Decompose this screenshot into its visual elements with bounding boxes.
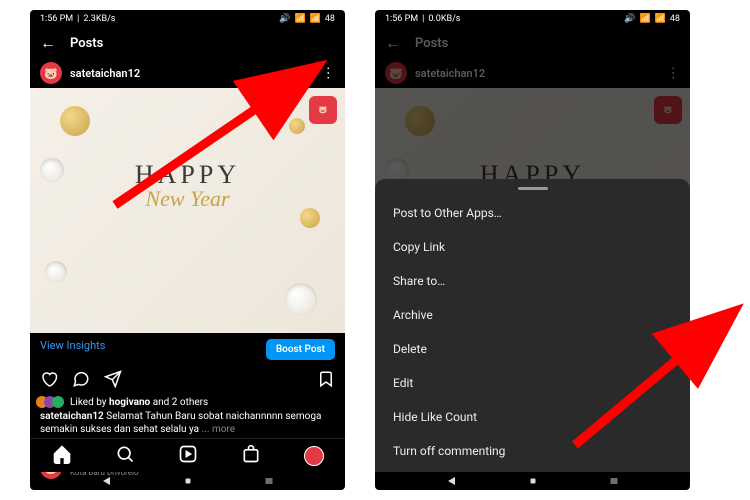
battery: 48	[670, 14, 680, 24]
view-insights-link[interactable]: View Insights	[40, 339, 105, 360]
more-link[interactable]: ... more	[202, 424, 235, 435]
voice-icon: 🔊	[279, 14, 290, 24]
post-actions	[30, 366, 345, 396]
android-nav	[375, 472, 690, 490]
status-rate: 2.3KB/s	[83, 14, 115, 24]
more-icon[interactable]: ⋯	[665, 66, 681, 80]
page-header: ← Posts	[375, 28, 690, 58]
avatar[interactable]: 🐷	[385, 62, 407, 84]
wifi-icon: 📶	[639, 14, 650, 24]
signal-icon: 📶	[655, 14, 666, 24]
like-icon[interactable]	[40, 370, 58, 392]
boost-post-button[interactable]: Boost Post	[266, 339, 335, 360]
signal-icon: 📶	[310, 14, 321, 24]
caption: satetaichan12 Selamat Tahun Baru sobat n…	[30, 408, 345, 438]
avatar[interactable]: 🐷	[40, 62, 62, 84]
likes-row[interactable]: Liked by hogivano and 2 others	[30, 396, 345, 408]
status-time: 1:56 PM	[40, 14, 73, 24]
bookmark-icon[interactable]	[317, 370, 335, 392]
home-icon[interactable]	[52, 444, 72, 468]
voice-icon: 🔊	[624, 14, 635, 24]
sheet-edit[interactable]: Edit	[375, 366, 690, 400]
post-image[interactable]: HAPPY New Year 🐷	[30, 88, 345, 333]
sheet-handle[interactable]	[518, 187, 548, 190]
bottom-nav	[30, 438, 345, 472]
post-username[interactable]: satetaichan12	[70, 67, 313, 80]
more-icon[interactable]: ⋯	[320, 66, 336, 80]
home-key[interactable]	[527, 475, 539, 487]
search-icon[interactable]	[115, 444, 135, 468]
android-nav	[30, 472, 345, 490]
sheet-delete[interactable]: Delete	[375, 332, 690, 366]
share-icon[interactable]	[104, 370, 122, 392]
post-username[interactable]: satetaichan12	[415, 67, 658, 80]
status-rate: 0.0KB/s	[428, 14, 460, 24]
comment-icon[interactable]	[72, 370, 90, 392]
back-icon[interactable]: ←	[385, 33, 401, 53]
sheet-turn-off-comments[interactable]: Turn off commenting	[375, 434, 690, 468]
battery: 48	[325, 14, 335, 24]
recent-key[interactable]	[608, 475, 620, 487]
post-header: 🐷 satetaichan12 ⋯	[375, 58, 690, 88]
back-key[interactable]	[100, 475, 112, 487]
page-header: ← Posts	[30, 28, 345, 58]
sheet-archive[interactable]: Archive	[375, 298, 690, 332]
sheet-copy-link[interactable]: Copy Link	[375, 230, 690, 264]
post-header: 🐷 satetaichan12 ⋯	[30, 58, 345, 88]
sheet-hide-likes[interactable]: Hide Like Count	[375, 400, 690, 434]
phone-left: 1:56 PM| 2.3KB/s 🔊 📶 📶 48 ← Posts 🐷 sate…	[30, 10, 345, 490]
action-sheet: Post to Other Apps… Copy Link Share to… …	[375, 179, 690, 472]
back-icon[interactable]: ←	[40, 33, 56, 53]
home-key[interactable]	[182, 475, 194, 487]
phone-right: 1:56 PM| 0.0KB/s 🔊 📶 📶 48 ← Posts 🐷 sate…	[375, 10, 690, 490]
status-bar: 1:56 PM| 0.0KB/s 🔊 📶 📶 48	[375, 10, 690, 28]
recent-key[interactable]	[263, 475, 275, 487]
sheet-post-other-apps[interactable]: Post to Other Apps…	[375, 196, 690, 230]
status-time: 1:56 PM	[385, 14, 418, 24]
page-title: Posts	[70, 36, 103, 51]
status-bar: 1:56 PM| 2.3KB/s 🔊 📶 📶 48	[30, 10, 345, 28]
page-title: Posts	[415, 36, 448, 51]
sheet-share-to[interactable]: Share to…	[375, 264, 690, 298]
image-badge: 🐷	[309, 96, 337, 124]
reels-icon[interactable]	[178, 444, 198, 468]
back-key[interactable]	[445, 475, 457, 487]
shop-icon[interactable]	[241, 444, 261, 468]
profile-icon[interactable]	[304, 446, 324, 466]
image-text-2: New Year	[135, 186, 240, 212]
wifi-icon: 📶	[294, 14, 305, 24]
